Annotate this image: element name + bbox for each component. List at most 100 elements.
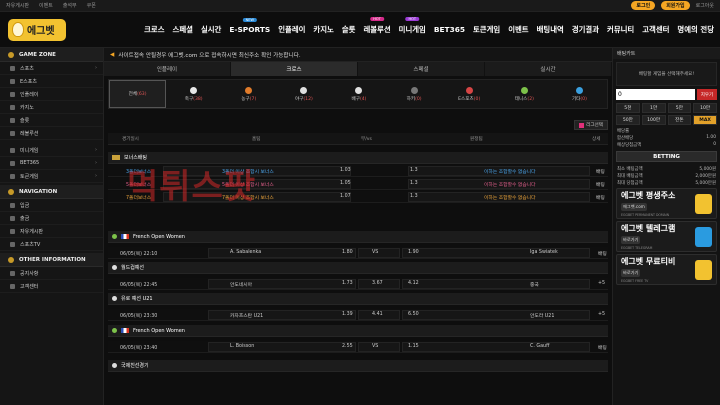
egg-icon <box>695 193 712 214</box>
sport-filter-5[interactable]: 하키(0) <box>387 80 442 108</box>
banner-link[interactable]: 바로가기 <box>621 269 641 277</box>
away-team: 중국 <box>530 283 539 288</box>
tab-special[interactable]: 스페셜 <box>358 62 485 76</box>
site-logo[interactable]: 에그벳 <box>8 18 66 41</box>
match-row: 06/05(목) 23:40 L. Boisson 2.55 VS 1.15 C. Gau… <box>108 341 608 353</box>
sport-filter-7[interactable]: 테니스(2) <box>497 80 552 108</box>
amount-button-1[interactable]: 1만 <box>641 103 666 113</box>
tab-inplay[interactable]: 인플레이 <box>104 62 231 76</box>
nav-item-4[interactable]: 인플레이 <box>278 24 305 35</box>
nav-item-7[interactable]: 레볼루션 HOT <box>363 17 391 35</box>
topbar-link-coupon[interactable]: 쿠폰 <box>87 2 96 9</box>
sidebar-item-slot[interactable]: 슬롯 <box>0 114 103 127</box>
bonus-bet-button[interactable]: 배팅 <box>596 194 605 201</box>
amount-button-6[interactable]: 잔돈 <box>667 115 692 125</box>
promo-banner-0[interactable]: 에그벳 평생주소 에그벳.com EGGBET PERMANENT DOMAIN <box>616 188 717 219</box>
nav-item-16[interactable]: 명예의 전당 <box>677 24 714 35</box>
sport-filter-1[interactable]: 축구(38) <box>166 80 221 108</box>
amount-button-2[interactable]: 5만 <box>667 103 692 113</box>
amount-button-5[interactable]: 100만 <box>641 115 666 125</box>
draw-odd-button[interactable] <box>358 342 400 352</box>
amount-button-4[interactable]: 50만 <box>616 115 640 125</box>
sidebar-item-deposit[interactable]: 입금 <box>0 199 103 212</box>
table-header: 경기일시 홈팀 무/vs 원정팀 상세 <box>108 133 608 145</box>
topbar-link-attendance[interactable]: 출석부 <box>63 2 77 9</box>
topbar-link-board[interactable]: 자유게시판 <box>6 2 29 9</box>
away-odd-button[interactable] <box>402 342 590 352</box>
withdraw-icon <box>10 215 15 221</box>
banner-link[interactable]: 바로가기 <box>621 236 641 244</box>
sidebar-item-sports[interactable]: 스포츠 › <box>0 62 103 75</box>
amount-button-7[interactable]: MAX <box>693 115 717 125</box>
sidebar-item-board[interactable]: 자유게시판 <box>0 225 103 238</box>
topbar-link-event[interactable]: 이벤트 <box>39 2 53 9</box>
league-select-button[interactable]: 리그선택 <box>574 120 608 130</box>
sidebar-item-token[interactable]: 토큰게임 › <box>0 170 103 183</box>
match-detail-button[interactable]: +5 <box>598 281 605 286</box>
nav-item-10[interactable]: 토큰게임 <box>473 24 500 35</box>
sport-icon <box>190 86 198 94</box>
away-odd-button[interactable] <box>402 279 590 289</box>
nav-item-1[interactable]: 스페셜 <box>173 24 193 35</box>
betting-button[interactable]: BETTING <box>616 151 717 162</box>
sidebar-item-minigame[interactable]: 미니게임 › <box>0 144 103 157</box>
match-time: 06/05(목) 23:30 <box>120 314 158 319</box>
bonus-away-odd: 1.3 <box>410 168 418 173</box>
bonus-row: 3폴더보너스 3폴더 이상 조합시 보너스 1.03 1.3 이하는 조합할수 없습니다… <box>108 165 608 177</box>
token-icon <box>10 173 15 179</box>
join-button[interactable]: 회원가입 <box>661 1 690 10</box>
sidebar-item-support[interactable]: 고객센터 <box>0 280 103 293</box>
bonus-bet-button[interactable]: 배팅 <box>596 168 605 175</box>
reset-button[interactable]: 지우기 <box>697 89 717 100</box>
tab-live[interactable]: 실시간 <box>485 62 612 76</box>
sidebar-item-inplay[interactable]: 인플레이 <box>0 88 103 101</box>
sidebar-item-notice[interactable]: 공지사항 <box>0 267 103 280</box>
login-button[interactable]: 로그인 <box>631 1 656 10</box>
sport-filter-0[interactable]: 전체(63) <box>109 80 167 108</box>
sidebar-item-revolution[interactable]: 레볼루션 <box>0 127 103 140</box>
sport-icon <box>465 86 473 94</box>
match-detail-button[interactable]: 배팅 <box>598 250 607 257</box>
away-odd-button[interactable] <box>402 310 590 320</box>
nav-item-9[interactable]: BET365 <box>434 25 465 34</box>
bet-limit-row: 최소 배팅금액 5,000원 <box>617 167 716 172</box>
bet-limit-row: 최대 당첨금액 5,000만원 <box>617 181 716 186</box>
sidebar-item-withdraw[interactable]: 출금 <box>0 212 103 225</box>
sport-filter-2[interactable]: 농구(7) <box>221 80 276 108</box>
amount-button-3[interactable]: 10만 <box>693 103 717 113</box>
sidebar-item-bet365[interactable]: BET365 › <box>0 157 103 170</box>
draw-odd: 4.41 <box>372 312 383 317</box>
sport-filter-6[interactable]: E스포츠(0) <box>442 80 497 108</box>
sport-filter-3[interactable]: 야구(12) <box>276 80 331 108</box>
nav-item-11[interactable]: 이벤트 <box>508 24 528 35</box>
sport-filter-4[interactable]: 배구(4) <box>331 80 386 108</box>
draw-odd-button[interactable] <box>358 248 400 258</box>
nav-item-3[interactable]: E-SPORTS NEW <box>229 18 270 34</box>
away-odd-button[interactable] <box>402 248 590 258</box>
nav-item-5[interactable]: 카지노 <box>313 24 333 35</box>
tab-cross[interactable]: 크로스 <box>231 62 358 76</box>
promo-banner-2[interactable]: 에그벳 무료티비 바로가기 EGGBET FREE TV <box>616 254 717 285</box>
nav-item-14[interactable]: 커뮤니티 <box>607 24 634 35</box>
nav-item-2[interactable]: 실시간 <box>201 24 221 35</box>
sidebar-item-casino[interactable]: 카지노 <box>0 101 103 114</box>
nav-item-0[interactable]: 크로스 <box>144 24 164 35</box>
deposit-icon <box>10 202 15 208</box>
amount-button-0[interactable]: 5천 <box>616 103 640 113</box>
match-detail-button[interactable]: +5 <box>598 312 605 317</box>
sidebar-item-sportstv[interactable]: 스포츠TV <box>0 238 103 251</box>
sport-filter-8[interactable]: 기타(0) <box>552 80 607 108</box>
nav-item-12[interactable]: 배팅내역 <box>537 24 564 35</box>
nav-item-13[interactable]: 경기결과 <box>572 24 599 35</box>
sidebar-item-esports[interactable]: E스포츠 <box>0 75 103 88</box>
nav-item-8[interactable]: 미니게임 HOT <box>399 17 426 35</box>
match-detail-button[interactable]: 배팅 <box>598 344 607 351</box>
bonus-bet-button[interactable]: 배팅 <box>596 181 605 188</box>
banner-link[interactable]: 에그벳.com <box>621 203 647 211</box>
logout-link[interactable]: 로그아웃 <box>696 2 714 9</box>
amount-input[interactable]: 0 <box>616 89 695 100</box>
home-team: 안도네시아 <box>230 283 253 288</box>
nav-item-15[interactable]: 고객센터 <box>642 24 669 35</box>
promo-banner-1[interactable]: 에그벳 텔레그램 바로가기 EGGBET TELEGRAM <box>616 221 717 252</box>
nav-item-6[interactable]: 슬롯 <box>342 24 356 35</box>
